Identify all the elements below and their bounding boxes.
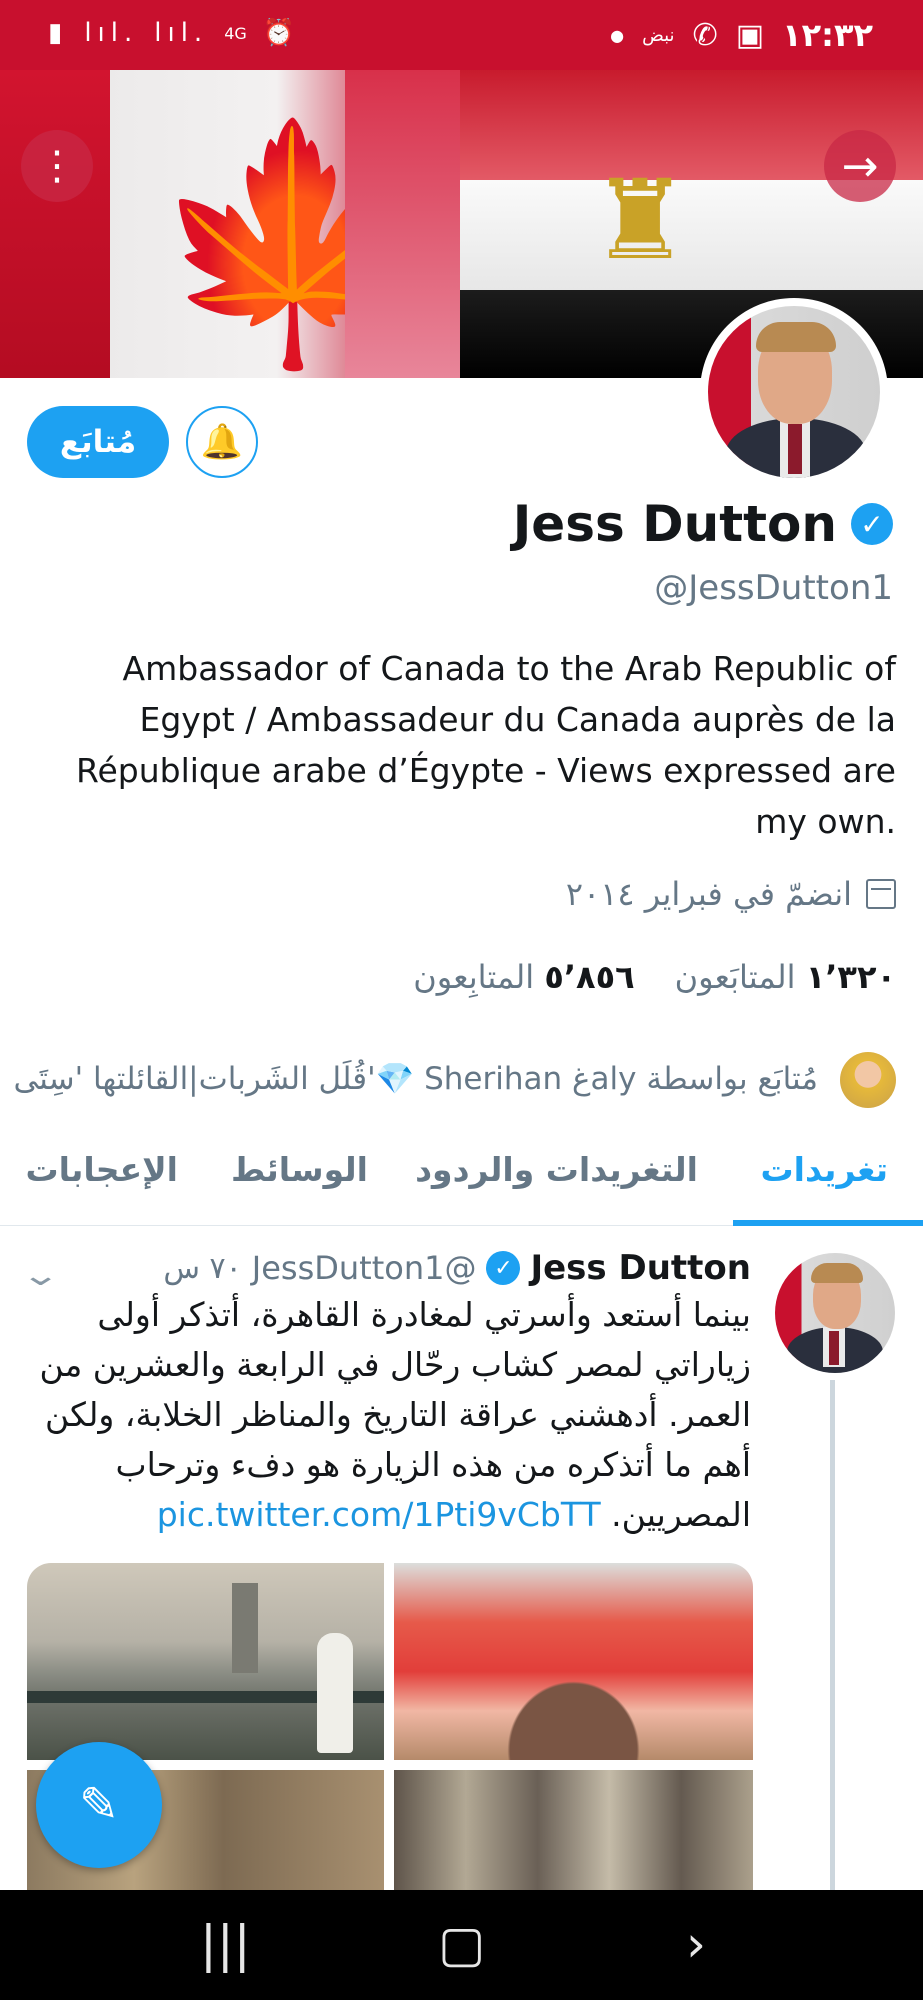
arrow-right-icon[interactable]: → — [824, 130, 896, 202]
following-label: المتابَعون — [674, 958, 796, 996]
tab-tweets-and-replies[interactable]: التغريدات والردود — [415, 1150, 698, 1189]
tweet-author-handle: @JessDutton1 — [251, 1249, 477, 1287]
tweet-author-avatar[interactable] — [775, 1253, 895, 1373]
tweet-body: بينما أستعد وأسرتي لمغادرة القاهرة، أتذك… — [26, 1290, 752, 1540]
profile-tabs: تغريدات التغريدات والردود الوسائط الإعجا… — [0, 1120, 923, 1226]
tweet-photo-red-headscarf[interactable] — [394, 1563, 753, 1760]
calendar-icon — [866, 879, 896, 909]
whatsapp-icon: ✆ — [692, 17, 718, 53]
avatar-photo — [708, 306, 880, 478]
feather-plus-icon: ✎ — [78, 1777, 120, 1833]
profile-name-row: Jess Dutton ✓ — [513, 495, 893, 553]
clock: ١٢:٣٢ — [782, 16, 873, 54]
status-right-icons: ● نبض ✆ ▣ ١٢:٣٢ — [610, 16, 873, 54]
more-vertical-icon[interactable]: ⋮ — [21, 130, 93, 202]
followers-stat[interactable]: ٥٬٨٥٦ المتابِعون — [413, 958, 634, 996]
followers-count: ٥٬٨٥٦ — [544, 958, 635, 996]
profile-avatar[interactable] — [700, 298, 888, 486]
tweet-header: Jess Dutton ✓ @JessDutton1 ٧٠ س — [163, 1248, 751, 1288]
tweet-photo-cairo-nile[interactable] — [27, 1563, 384, 1760]
profile-bio: Ambassador of Canada to the Arab Republi… — [76, 649, 896, 841]
profile-handle: @JessDutton1 — [654, 568, 893, 608]
following-stat[interactable]: ١٬٣٢٠ المتابَعون — [675, 958, 896, 996]
canada-flag-red-band — [0, 70, 110, 378]
tweet-media-link[interactable]: pic.twitter.com/1Pti9vCbTT — [157, 1495, 601, 1534]
verified-badge-icon: ✓ — [851, 503, 893, 545]
tweet-photo-temple-statues[interactable] — [394, 1770, 753, 1890]
back-icon[interactable]: › — [686, 1918, 706, 1970]
joined-date: انضمّ في فبراير ٢٠١٤ — [565, 875, 852, 913]
recent-apps-icon[interactable]: ||| — [200, 1918, 251, 1970]
network-type: 4G — [224, 23, 247, 43]
tab-media[interactable]: الوسائط — [231, 1150, 368, 1189]
system-nav-bar: ||| ▢ › — [0, 1890, 923, 2000]
follow-stats: ١٬٣٢٠ المتابَعون ٥٬٨٥٦ المتابِعون — [413, 958, 896, 996]
canada-flag-red-band-right — [345, 70, 475, 378]
profile-name: Jess Dutton — [512, 495, 837, 553]
following-count: ١٬٣٢٠ — [805, 958, 896, 996]
notification-bell-icon[interactable]: 🔔 — [186, 406, 258, 478]
follower-avatar — [840, 1052, 896, 1108]
following-button[interactable]: مُتابَع — [27, 406, 169, 478]
status-bar: ▮ lıl. lıl. 4G ⏰ ● نبض ✆ ▣ ١٢:٣٢ — [0, 0, 923, 70]
home-icon[interactable]: ▢ — [438, 1918, 485, 1970]
signal-icon: lıl. — [84, 18, 139, 48]
tweet-timestamp: ٧٠ س — [163, 1250, 242, 1286]
followed-by-text[interactable]: مُتابَع بواسطة alyغ Sherihan 💎'قُلَل الش… — [13, 1060, 818, 1097]
eagle-emblem-icon: ♜ — [590, 156, 690, 284]
network-label: نبض — [642, 24, 675, 46]
battery-icon: ▮ — [48, 18, 69, 48]
active-tab-indicator — [733, 1220, 923, 1226]
thread-line — [830, 1380, 835, 1890]
followers-label: المتابِعون — [413, 958, 535, 996]
dot-icon: ● — [610, 25, 625, 45]
joined-date-row: انضمّ في فبراير ٢٠١٤ — [566, 875, 896, 913]
gallery-icon: ▣ — [735, 17, 765, 53]
status-left-icons: ▮ lıl. lıl. 4G ⏰ — [48, 18, 301, 48]
tab-tweets[interactable]: تغريدات — [761, 1150, 888, 1189]
compose-tweet-button[interactable]: ✎ — [36, 1742, 162, 1868]
chevron-down-icon[interactable]: ⌄ — [20, 1258, 60, 1293]
verified-badge-icon: ✓ — [486, 1251, 521, 1285]
tweet-author-name[interactable]: Jess Dutton — [530, 1248, 751, 1288]
tab-likes[interactable]: الإعجابات — [25, 1150, 178, 1189]
signal-icon-2: lıl. — [154, 18, 209, 48]
alarm-icon: ⏰ — [262, 18, 302, 48]
